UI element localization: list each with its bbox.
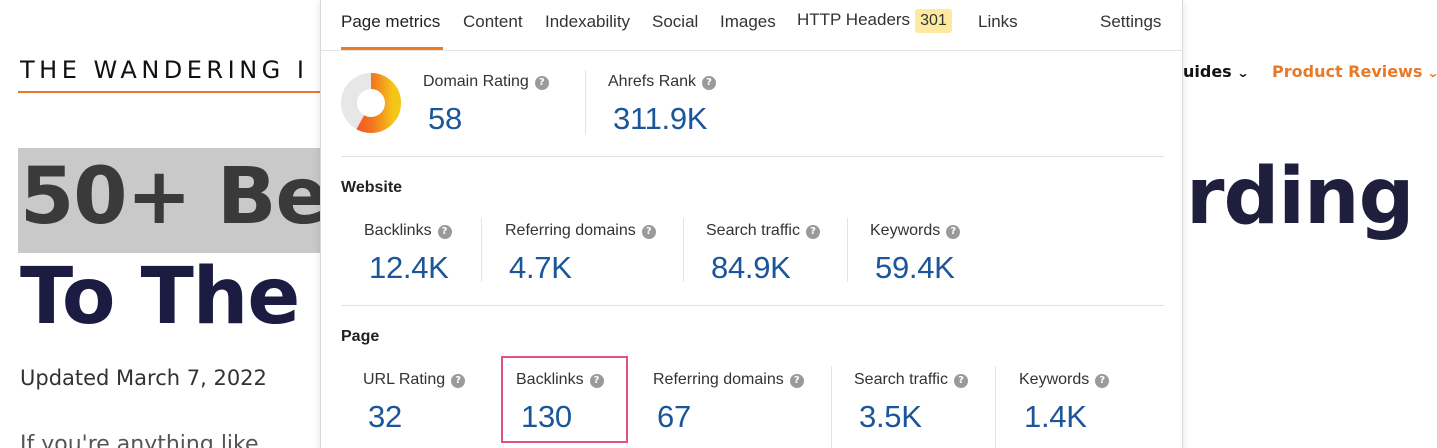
tab-social[interactable]: Social <box>652 12 698 32</box>
divider <box>995 366 996 448</box>
divider <box>585 70 586 135</box>
page-keywords-label: Keywords? <box>1019 371 1110 389</box>
website-search-traffic-value[interactable]: 84.9K <box>711 250 791 286</box>
help-icon[interactable]: ? <box>946 225 961 239</box>
logo-underline <box>18 91 320 93</box>
domain-rating-gauge-icon <box>341 73 401 133</box>
help-icon[interactable]: ? <box>534 76 549 90</box>
domain-rating-value[interactable]: 58 <box>428 101 462 137</box>
help-icon[interactable]: ? <box>789 374 804 388</box>
nav-guides-label: uides <box>1183 62 1232 81</box>
status-badge: 301 <box>915 9 952 33</box>
seo-metrics-panel: Page metrics Content Indexability Social… <box>320 0 1183 448</box>
divider <box>831 366 832 448</box>
section-divider <box>341 305 1164 306</box>
help-icon[interactable]: ? <box>702 76 717 90</box>
tab-page-metrics[interactable]: Page metrics <box>341 12 440 32</box>
ahrefs-rank-value[interactable]: 311.9K <box>613 101 707 137</box>
page-keywords-value[interactable]: 1.4K <box>1024 399 1087 435</box>
page-backlinks-value[interactable]: 130 <box>521 399 572 435</box>
section-divider <box>341 156 1164 157</box>
divider <box>847 218 848 282</box>
headline-part-right: rding <box>1186 152 1414 242</box>
site-logo[interactable]: THE WANDERING I <box>20 56 308 84</box>
tab-settings[interactable]: Settings <box>1100 12 1161 32</box>
website-referring-domains-label: Referring domains? <box>505 222 656 240</box>
help-icon[interactable]: ? <box>451 374 466 388</box>
page-section-title: Page <box>341 328 380 345</box>
help-icon[interactable]: ? <box>953 374 968 388</box>
help-icon[interactable]: ? <box>805 225 820 239</box>
nav-item-product-reviews[interactable]: Product Reviews ⌄ <box>1272 62 1437 81</box>
website-referring-domains-value[interactable]: 4.7K <box>509 250 572 286</box>
domain-rating-label: Domain Rating? <box>423 73 549 91</box>
chevron-down-icon: ⌄ <box>1236 66 1250 80</box>
tab-content[interactable]: Content <box>463 12 523 32</box>
help-icon[interactable]: ? <box>589 374 604 388</box>
page-url-rating-label: URL Rating? <box>363 371 466 389</box>
chevron-down-icon: ⌄ <box>1427 66 1437 80</box>
help-icon[interactable]: ? <box>437 225 452 239</box>
nav-product-reviews-label: Product Reviews <box>1272 62 1423 81</box>
updated-date: Updated March 7, 2022 <box>20 366 267 390</box>
divider <box>481 218 482 282</box>
page-referring-domains-label: Referring domains? <box>653 371 804 389</box>
help-icon[interactable]: ? <box>1095 374 1110 388</box>
panel-tabs: Page metrics Content Indexability Social… <box>321 0 1182 51</box>
website-backlinks-value[interactable]: 12.4K <box>369 250 449 286</box>
website-search-traffic-label: Search traffic? <box>706 222 820 240</box>
active-tab-indicator <box>341 47 443 50</box>
divider <box>683 218 684 282</box>
website-keywords-value[interactable]: 59.4K <box>875 250 955 286</box>
tab-indexability[interactable]: Indexability <box>545 12 630 32</box>
page-url-rating-value[interactable]: 32 <box>368 399 402 435</box>
page-search-traffic-label: Search traffic? <box>854 371 968 389</box>
ahrefs-rank-label: Ahrefs Rank? <box>608 73 717 91</box>
page-referring-domains-value[interactable]: 67 <box>657 399 691 435</box>
help-icon[interactable]: ? <box>641 225 656 239</box>
website-backlinks-label: Backlinks? <box>364 222 452 240</box>
tab-http-headers-label: HTTP Headers <box>797 10 911 29</box>
nav-item-guides[interactable]: uides ⌄ <box>1183 62 1250 81</box>
page-search-traffic-value[interactable]: 3.5K <box>859 399 922 435</box>
article-body-fragment: If you're anything like <box>20 432 259 448</box>
tab-links[interactable]: Links <box>978 12 1018 32</box>
website-section-title: Website <box>341 179 403 196</box>
tab-images[interactable]: Images <box>720 12 776 32</box>
website-keywords-label: Keywords? <box>870 222 961 240</box>
page-backlinks-label: Backlinks? <box>516 371 604 389</box>
tab-http-headers[interactable]: HTTP Headers 301 <box>797 9 952 33</box>
